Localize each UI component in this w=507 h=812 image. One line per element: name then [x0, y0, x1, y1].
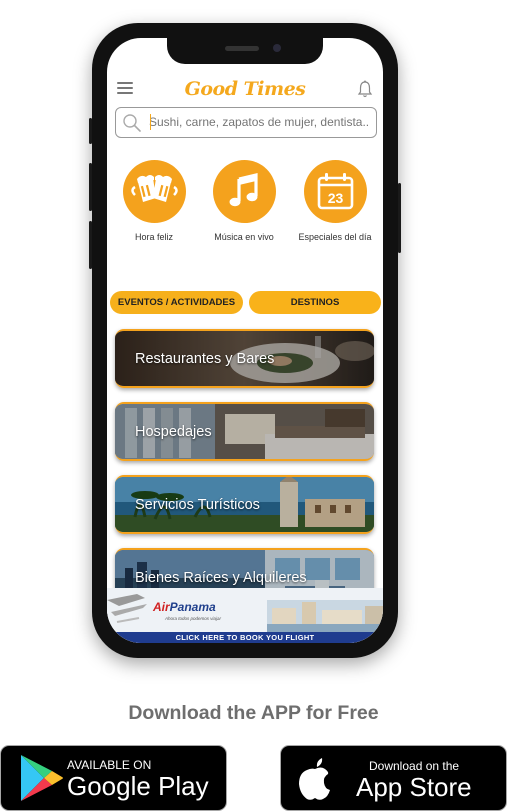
phone-frame: Good Times Sushi, carne, zapatos de muje…: [89, 23, 401, 658]
speaker: [225, 46, 259, 51]
category-label: Música en vivo: [214, 232, 274, 242]
category-label: Hora feliz: [134, 232, 173, 242]
search-input[interactable]: [149, 112, 369, 132]
card-servicios-turisticos[interactable]: Servicios Turísticos: [115, 475, 374, 534]
power-button: [398, 183, 401, 253]
app-header: Good Times: [107, 74, 383, 104]
text-caret: [150, 114, 151, 130]
google-play-badge[interactable]: AVAILABLE ON Google Play: [0, 745, 227, 811]
app-logo: Good Times: [184, 78, 306, 100]
card-title: Restaurantes y Bares: [135, 350, 275, 367]
tab-bar: EVENTOS / ACTIVIDADES DESTINOS: [107, 291, 383, 315]
app-store-big-text: App Store: [356, 772, 472, 802]
category-musica-en-vivo[interactable]: Música en vivo: [199, 160, 289, 242]
google-play-icon: [21, 755, 63, 801]
category-shortcuts: Hora feliz Música en vivo 23 Especiales …: [107, 160, 383, 250]
beer-mugs-icon: [130, 175, 178, 202]
google-play-big-text: Google Play: [67, 771, 209, 801]
phone-screen: Good Times Sushi, carne, zapatos de muje…: [107, 38, 383, 643]
category-hora-feliz[interactable]: Hora feliz: [109, 160, 199, 242]
music-note-icon: [229, 172, 258, 207]
tab-destinos[interactable]: DESTINOS: [249, 291, 381, 314]
front-camera: [273, 44, 281, 52]
google-play-small-text: AVAILABLE ON: [67, 758, 152, 772]
download-heading: Download the APP for Free: [128, 702, 379, 724]
card-restaurantes-y-bares[interactable]: Restaurantes y Bares: [115, 329, 374, 388]
tab-eventos-actividades[interactable]: EVENTOS / ACTIVIDADES: [110, 291, 243, 314]
card-title: Hospedajes: [135, 423, 212, 440]
bell-icon[interactable]: [357, 80, 373, 98]
calendar-icon: 23: [317, 173, 353, 210]
apple-icon: [299, 758, 330, 800]
airpanama-logo: AirPanama: [153, 600, 216, 614]
category-label: Especiales del día: [298, 232, 372, 242]
phone-notch: [167, 38, 323, 64]
card-hospedajes[interactable]: Hospedajes: [115, 402, 374, 461]
category-especiales-del-dia[interactable]: 23 Especiales del día: [290, 160, 380, 242]
svg-text:23: 23: [327, 190, 343, 206]
search-bar: [115, 107, 377, 138]
banner-cta[interactable]: CLICK HERE TO BOOK YOU FLIGHT: [107, 632, 383, 643]
banner-slogan: Ahora todos podemos viajar: [165, 616, 222, 621]
volume-up-button: [89, 163, 92, 211]
mute-switch: [89, 118, 92, 144]
app-store-small-text: Download on the: [369, 759, 460, 773]
volume-down-button: [89, 221, 92, 269]
airpanama-ad-banner[interactable]: AirPanama Ahora todos podemos viajar CLI…: [107, 588, 383, 643]
app-store-badge[interactable]: Download on the App Store: [280, 745, 507, 811]
search-icon[interactable]: [122, 113, 142, 133]
card-title: Servicios Turísticos: [135, 496, 260, 513]
